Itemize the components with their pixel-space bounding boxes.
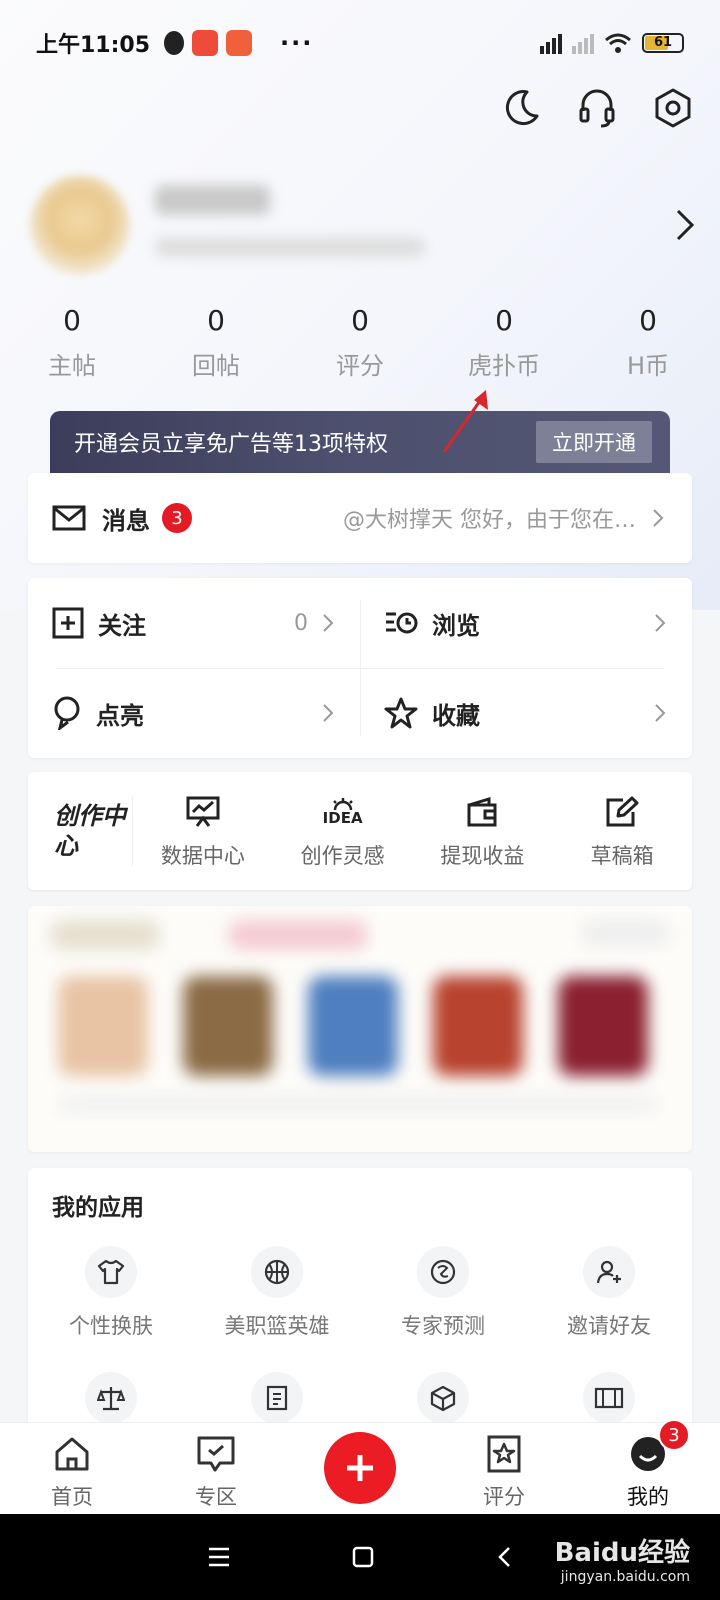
follow-item[interactable]: 关注 0 — [28, 578, 360, 668]
user-stats: 0 主帖 0 回帖 0 评分 0 虎扑币 0 H币 — [0, 300, 720, 381]
status-bar: 上午11:05 ··· 61 — [0, 0, 720, 86]
chevron-right-icon — [323, 614, 334, 632]
message-preview: @大树撑天 您好，由于您在… — [343, 508, 636, 533]
stat-hupu-coins[interactable]: 0 虎扑币 — [432, 300, 576, 381]
favorites-item[interactable]: 收藏 — [360, 668, 692, 758]
username-blurred — [155, 185, 270, 215]
plus-square-icon — [52, 607, 84, 639]
settings-icon[interactable] — [652, 86, 694, 130]
browse-history-item[interactable]: 浏览 — [360, 578, 692, 668]
plus-icon — [347, 1455, 373, 1481]
baidu-watermark: Baidu经验 jingyan.baidu.com — [554, 1538, 690, 1585]
messages-badge: 3 — [162, 503, 192, 533]
qq-icon — [164, 31, 185, 55]
back-icon[interactable] — [495, 1545, 513, 1569]
battery-icon: 61 — [642, 33, 684, 53]
ticket-icon — [594, 1387, 624, 1409]
stat-h-coins[interactable]: 0 H币 — [576, 300, 720, 381]
app-invite-friends[interactable]: 邀请好友 — [526, 1246, 692, 1372]
chat-board-icon — [197, 1436, 235, 1472]
add-user-icon — [596, 1260, 621, 1284]
stat-replies[interactable]: 0 回帖 — [144, 300, 288, 381]
shortcuts-card: 关注 0 浏览 点亮 收藏 — [28, 578, 692, 758]
idea-icon: IDEA — [273, 792, 413, 832]
vip-text: 开通会员立享免广告等13项特权 — [74, 432, 388, 457]
wifi-icon — [605, 33, 631, 53]
signal-icon — [540, 32, 562, 54]
tab-rating[interactable]: 评分 — [432, 1423, 576, 1514]
app-row2-item1[interactable] — [28, 1372, 194, 1428]
chevron-right-icon — [653, 509, 664, 527]
my-apps-title: 我的应用 — [52, 1195, 144, 1221]
user-info-blurred — [155, 237, 425, 257]
document-icon — [266, 1385, 288, 1411]
stat-posts[interactable]: 0 主帖 — [0, 300, 144, 381]
headset-icon[interactable] — [576, 86, 618, 130]
vip-open-button[interactable]: 立即开通 — [536, 421, 652, 463]
inspiration-button[interactable]: IDEA 创作灵感 — [273, 792, 413, 870]
app-expert-prediction[interactable]: 专家预测 — [360, 1246, 526, 1372]
app-nba-heroes[interactable]: 美职篮英雄 — [194, 1246, 360, 1372]
box-icon — [430, 1385, 456, 1412]
app-row2-item2[interactable] — [194, 1372, 360, 1428]
chevron-right-icon[interactable] — [670, 205, 700, 245]
follow-count: 0 — [294, 610, 308, 636]
status-time: 上午11:05 — [36, 33, 151, 58]
home-icon — [55, 1437, 89, 1471]
shirt-icon — [97, 1259, 125, 1285]
avatar[interactable] — [30, 175, 130, 275]
my-apps-card: 我的应用 个性换肤 美职篮英雄 专家预测 邀请好友 — [28, 1168, 692, 1428]
profile-header[interactable] — [30, 175, 700, 285]
shopping-app-icon — [192, 30, 219, 56]
light-item[interactable]: 点亮 — [28, 668, 360, 758]
stat-ratings[interactable]: 0 评分 — [288, 300, 432, 381]
menu-icon[interactable] — [207, 1546, 231, 1568]
basketball-icon — [264, 1259, 290, 1285]
app-row2-item3[interactable] — [360, 1372, 526, 1428]
chevron-right-icon — [655, 704, 666, 722]
creation-center-card: 创作中心 数据中心 IDEA 创作灵感 提现收益 草稿箱 — [28, 772, 692, 890]
tab-me[interactable]: 我的 3 — [576, 1419, 720, 1514]
header-actions — [500, 86, 694, 130]
messages-title: 消息 — [102, 506, 150, 535]
taobao-icon — [226, 30, 253, 56]
annotation-arrow-icon — [442, 390, 488, 453]
vip-banner[interactable]: 开通会员立享免广告等13项特权 立即开通 — [50, 411, 670, 473]
create-post-button[interactable] — [324, 1432, 396, 1504]
wallet-icon — [467, 797, 497, 827]
mail-icon — [52, 505, 86, 531]
messages-row[interactable]: 消息 3 @大树撑天 您好，由于您在… — [28, 473, 692, 563]
more-notifications-icon: ··· — [280, 29, 314, 57]
chart-board-icon — [186, 796, 220, 827]
rating-icon — [487, 1435, 521, 1473]
creation-center-logo[interactable]: 创作中心 — [28, 801, 132, 861]
home-square-icon[interactable] — [351, 1545, 375, 1569]
blurred-promo-section[interactable] — [28, 906, 692, 1152]
bulb-icon — [54, 696, 80, 730]
drafts-button[interactable]: 草稿箱 — [552, 792, 692, 870]
withdraw-earnings-button[interactable]: 提现收益 — [413, 792, 553, 870]
app-skin[interactable]: 个性换肤 — [28, 1246, 194, 1372]
chevron-right-icon — [323, 704, 334, 722]
scale-icon — [97, 1387, 125, 1411]
edit-draft-icon — [606, 796, 639, 827]
star-icon — [384, 697, 418, 729]
me-badge: 3 — [658, 1419, 690, 1451]
signal-2-icon — [572, 32, 594, 54]
prediction-icon — [430, 1259, 456, 1285]
data-center-button[interactable]: 数据中心 — [133, 792, 273, 870]
chevron-right-icon — [655, 614, 666, 632]
tab-home[interactable]: 首页 — [0, 1423, 144, 1514]
history-icon — [386, 612, 418, 634]
tab-zone[interactable]: 专区 — [144, 1423, 288, 1514]
moon-icon[interactable] — [500, 86, 542, 130]
